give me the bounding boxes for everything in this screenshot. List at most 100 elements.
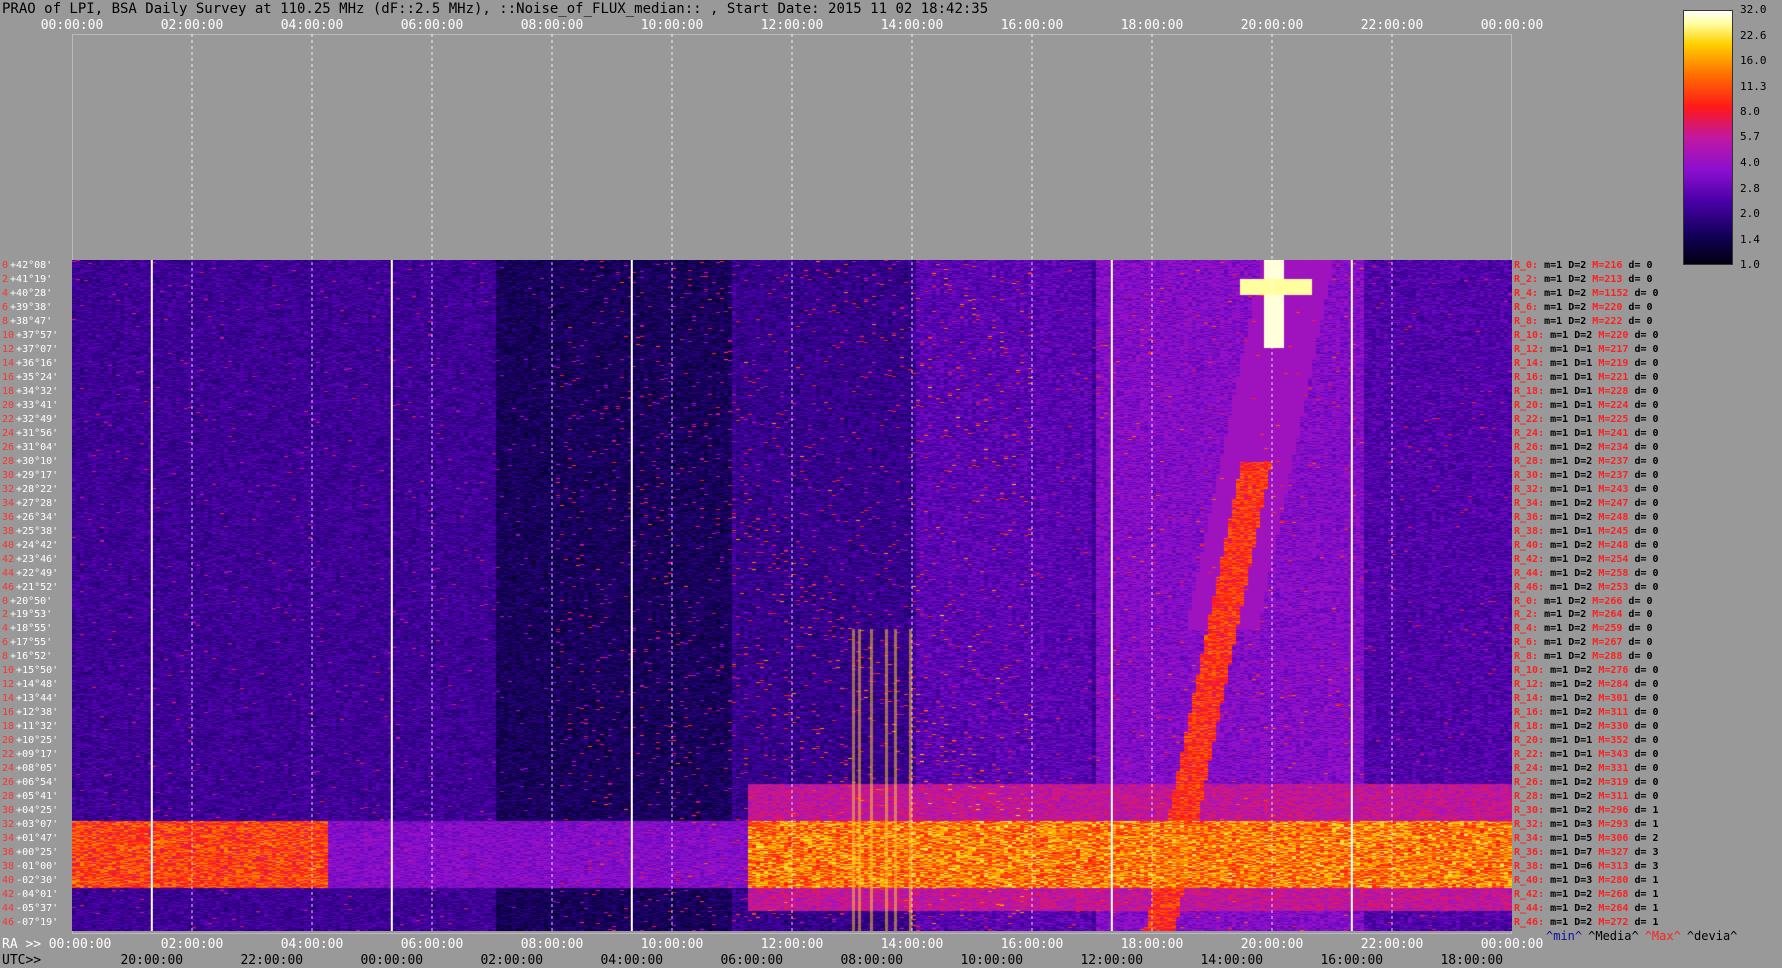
colorbar-tick-label: 11.3: [1740, 79, 1767, 93]
ray-median: D=2: [1568, 287, 1593, 299]
ray-stats-row: R_12: m=1 D=1 M=217 d= 0: [1514, 343, 1659, 355]
ray-name: R_28:: [1514, 455, 1551, 467]
declination-label: 4 +18°55': [2, 624, 52, 634]
ray-max: M=352: [1598, 735, 1635, 747]
ray-max: M=220: [1592, 301, 1629, 313]
ray-deviation: d= 0: [1628, 637, 1653, 649]
ray-index: 30: [2, 805, 15, 817]
ray-index: 28: [2, 791, 15, 803]
ray-median: D=2: [1568, 301, 1593, 313]
ray-name: R_8:: [1514, 315, 1545, 327]
ray-stats-row: R_32: m=1 D=3 M=293 d= 1: [1514, 820, 1659, 830]
ray-min: m=1: [1550, 791, 1575, 803]
ray-min: m=1: [1550, 357, 1575, 369]
declination-value: +37°07': [16, 343, 59, 355]
ray-median: D=2: [1574, 903, 1599, 915]
ray-stats-row: R_26: m=1 D=2 M=319 d= 0: [1514, 778, 1659, 788]
declination-label: 22 +09°17': [2, 750, 58, 760]
declination-value: +17°55': [10, 637, 53, 649]
ray-deviation: d= 0: [1634, 427, 1659, 439]
ray-stats-row: R_28: m=1 D=2 M=311 d= 0: [1514, 792, 1659, 802]
ray-deviation: d= 0: [1634, 511, 1659, 523]
ray-median: D=2: [1574, 721, 1599, 733]
ray-index: 28: [2, 455, 15, 467]
ray-name: R_20:: [1514, 735, 1551, 747]
ray-index: 2: [2, 609, 9, 621]
ray-deviation: d= 0: [1634, 399, 1659, 411]
ray-index: 2: [2, 273, 9, 285]
ray-median: D=3: [1574, 875, 1599, 887]
declination-value: -04°01': [16, 889, 59, 901]
ray-deviation: d= 1: [1634, 819, 1659, 831]
declination-label: 38 +25°38': [2, 526, 58, 537]
ray-stats-row: R_0: m=1 D=2 M=216 d= 0: [1514, 261, 1653, 271]
ray-deviation: d= 0: [1634, 469, 1659, 481]
ray-name: R_6:: [1514, 301, 1545, 313]
declination-value: +14°48': [16, 679, 59, 691]
utc-tick-label: 04:00:00: [600, 953, 664, 968]
ray-name: R_12:: [1514, 343, 1551, 355]
ray-name: R_0:: [1514, 260, 1545, 271]
ray-max: M=224: [1598, 399, 1635, 411]
ray-stats-row: R_2: m=1 D=2 M=264 d= 0: [1514, 610, 1653, 620]
ray-index: 44: [2, 903, 15, 915]
ray-name: R_34:: [1514, 833, 1551, 845]
declination-label: 22 +32°49': [2, 414, 58, 425]
ray-median: D=2: [1574, 455, 1599, 467]
ray-name: R_14:: [1514, 357, 1551, 369]
declination-label: 8 +16°52': [2, 652, 52, 662]
ray-median: D=2: [1574, 777, 1599, 789]
ray-name: R_40:: [1514, 539, 1551, 551]
ray-min: m=1: [1550, 441, 1575, 453]
ray-min: m=1: [1550, 329, 1575, 341]
declination-value: +40°28': [10, 287, 53, 299]
ray-index: 18: [2, 385, 15, 397]
ray-index: 36: [2, 511, 15, 523]
ray-name: R_26:: [1514, 441, 1551, 453]
ray-deviation: d= 0: [1628, 301, 1653, 313]
declination-value: +10°25': [16, 735, 59, 747]
ray-min: m=1: [1550, 693, 1575, 705]
ray-median: D=1: [1574, 343, 1599, 355]
ray-name: R_42:: [1514, 889, 1551, 901]
ray-min: m=1: [1550, 847, 1575, 859]
ray-index: 14: [2, 357, 15, 369]
ray-index: 12: [2, 343, 15, 355]
ray-index: 46: [2, 917, 15, 929]
colorbar-tick-label: 16.0: [1740, 54, 1767, 67]
utc-tick-label: 06:00:00: [720, 953, 784, 968]
declination-label: 14 +13°44': [2, 694, 58, 704]
ray-stats-row: R_8: m=1 D=2 M=288 d= 0: [1514, 652, 1653, 662]
ray-stats-row: R_34: m=1 D=5 M=306 d= 2: [1514, 834, 1659, 844]
ray-min: m=1: [1550, 371, 1575, 383]
ray-stats-row: R_24: m=1 D=1 M=241 d= 0: [1514, 427, 1659, 439]
ray-max: M=243: [1598, 483, 1635, 495]
declination-value: +35°24': [16, 371, 59, 383]
ray-name: R_38:: [1514, 861, 1551, 873]
ray-min: m=1: [1550, 539, 1575, 551]
ray-max: M=253: [1598, 581, 1635, 593]
declination-label: 18 +34°32': [2, 385, 58, 397]
ray-stats-row: R_36: m=1 D=7 M=327 d= 3: [1514, 848, 1659, 858]
declination-label: 24 +08°05': [2, 764, 58, 774]
colorbar-tick-label: 1.4: [1740, 233, 1760, 247]
top-tick-label: 16:00:00: [1000, 18, 1064, 33]
ray-max: M=219: [1598, 357, 1635, 369]
declination-value: +24°42': [16, 539, 59, 551]
ray-name: R_34:: [1514, 497, 1551, 509]
declination-label: 32 +28°22': [2, 484, 58, 495]
ray-median: D=2: [1568, 623, 1593, 635]
declination-value: +08°05': [16, 763, 59, 775]
ray-stats-row: R_10: m=1 D=2 M=220 d= 0: [1514, 329, 1659, 341]
ray-stats-row: R_0: m=1 D=2 M=266 d= 0: [1514, 595, 1653, 607]
ray-stats-row: R_32: m=1 D=1 M=243 d= 0: [1514, 483, 1659, 495]
ray-name: R_22:: [1514, 413, 1551, 425]
ray-name: R_46:: [1514, 917, 1551, 929]
declination-value: +18°55': [10, 623, 53, 635]
top-tick-label: 04:00:00: [280, 18, 344, 33]
ra-tick-label: 00:00:00: [1480, 937, 1544, 952]
declination-value: +00°25': [16, 847, 59, 859]
ray-deviation: d= 1: [1634, 889, 1659, 901]
declination-value: -02°30': [16, 875, 59, 887]
ray-max: M=266: [1592, 595, 1629, 607]
